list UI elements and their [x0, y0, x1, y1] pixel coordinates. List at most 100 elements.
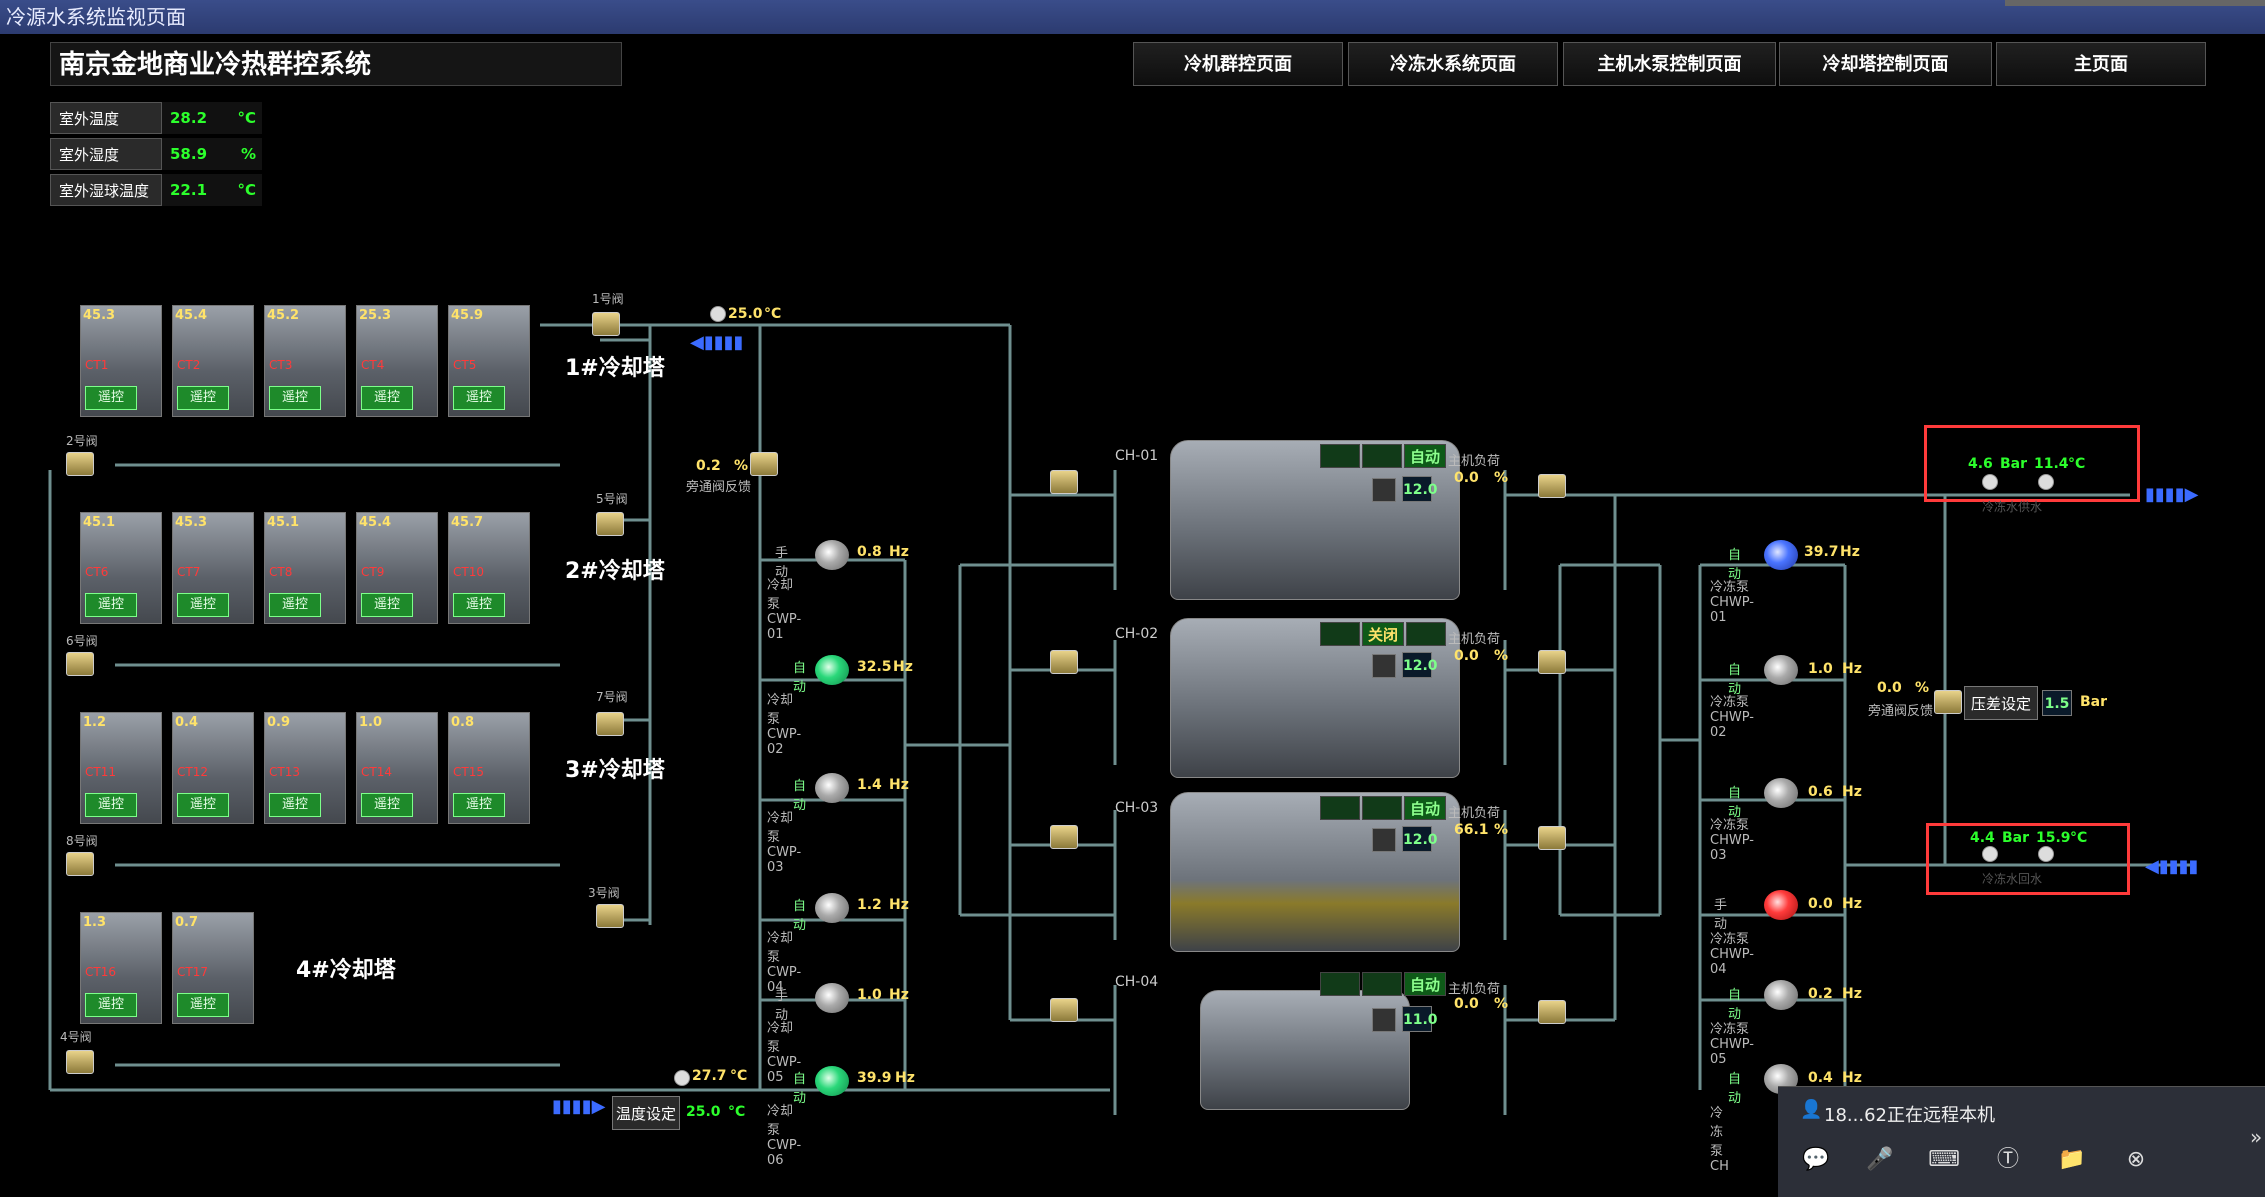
- bypass-left-valve-icon[interactable]: [750, 452, 778, 476]
- cell-mode[interactable]: 遥控: [361, 793, 413, 817]
- chiller-4-state[interactable]: 自动: [1404, 972, 1446, 996]
- tower-4-cell-1[interactable]: 1.3 CT16 遥控: [80, 912, 162, 1024]
- valve-8-icon[interactable]: [66, 852, 94, 876]
- cell-mode[interactable]: 遥控: [85, 793, 137, 817]
- chiller-4-out-valve-icon[interactable]: [1538, 1000, 1566, 1024]
- chiller-1-setpoint[interactable]: 12.0: [1402, 476, 1438, 502]
- temp-setting-value[interactable]: 25.0: [686, 1104, 721, 1120]
- cell-mode[interactable]: 遥控: [177, 993, 229, 1017]
- tower-3-cell-2[interactable]: 0.4 CT12 遥控: [172, 712, 254, 824]
- bypass-right-valve-icon[interactable]: [1934, 690, 1962, 714]
- chiller-1-in-valve-icon[interactable]: [1050, 470, 1078, 494]
- cell-mode[interactable]: 遥控: [361, 593, 413, 617]
- tower-2-cell-2[interactable]: 45.3 CT7 遥控: [172, 512, 254, 624]
- temp-setting-button[interactable]: 温度设定: [612, 1096, 680, 1130]
- cell-id: CT15: [453, 765, 484, 779]
- cell-mode[interactable]: 遥控: [453, 386, 505, 410]
- cell-mode[interactable]: 遥控: [453, 793, 505, 817]
- tower-1-cell-2[interactable]: 45.4 CT2 遥控: [172, 305, 254, 417]
- pump-icon[interactable]: [815, 773, 849, 803]
- cell-mode[interactable]: 遥控: [269, 793, 321, 817]
- cell-mode[interactable]: 遥控: [85, 993, 137, 1017]
- chiller-4-setpoint[interactable]: 11.0: [1402, 1006, 1438, 1032]
- chiller-1-lock-icon[interactable]: [1372, 478, 1396, 502]
- pump-icon[interactable]: [1764, 540, 1798, 570]
- valve-2-icon[interactable]: [66, 452, 94, 476]
- pump-icon[interactable]: [1764, 890, 1798, 920]
- pump-icon[interactable]: [815, 983, 849, 1013]
- chiller-2-lock-icon[interactable]: [1372, 654, 1396, 678]
- pump-icon[interactable]: [815, 540, 849, 570]
- pump-icon[interactable]: [815, 1066, 849, 1096]
- valve-5-icon[interactable]: [596, 512, 624, 536]
- valve-6-icon[interactable]: [66, 652, 94, 676]
- chiller-3-in-valve-icon[interactable]: [1050, 825, 1078, 849]
- cell-mode[interactable]: 遥控: [177, 793, 229, 817]
- tower-1-cell-3[interactable]: 45.2 CT3 遥控: [264, 305, 346, 417]
- cell-mode[interactable]: 遥控: [85, 386, 137, 410]
- supply-pressure: 4.6: [1968, 456, 1993, 472]
- chiller-2-setpoint[interactable]: 12.0: [1402, 652, 1438, 678]
- valve-3-icon[interactable]: [596, 904, 624, 928]
- chiller-1-load-unit: %: [1494, 470, 1509, 486]
- text-icon[interactable]: Ⓣ: [1990, 1143, 2026, 1177]
- tower-2-cell-1[interactable]: 45.1 CT6 遥控: [80, 512, 162, 624]
- chiller-3-lock-icon[interactable]: [1372, 828, 1396, 852]
- pump-icon[interactable]: [815, 893, 849, 923]
- tower-2-cell-5[interactable]: 45.7 CT10 遥控: [448, 512, 530, 624]
- cell-mode[interactable]: 遥控: [177, 593, 229, 617]
- cell-mode[interactable]: 遥控: [453, 593, 505, 617]
- pump-hz-unit: Hz: [1842, 986, 1862, 1002]
- chat-icon[interactable]: 💬: [1798, 1143, 1834, 1177]
- pump-icon[interactable]: [1764, 655, 1798, 685]
- pump-hz-unit: Hz: [889, 544, 909, 560]
- chiller-1-status-b: [1362, 444, 1402, 468]
- chiller-2-state[interactable]: 关闭: [1362, 622, 1404, 646]
- dp-setting-button[interactable]: 压差设定: [1964, 686, 2038, 720]
- chiller-4-lock-icon[interactable]: [1372, 1008, 1396, 1032]
- chiller-1-state[interactable]: 自动: [1404, 444, 1446, 468]
- cell-mode[interactable]: 遥控: [269, 386, 321, 410]
- chiller-2-out-valve-icon[interactable]: [1538, 650, 1566, 674]
- valve-4-icon[interactable]: [66, 1050, 94, 1074]
- chiller-3-out-valve-icon[interactable]: [1538, 826, 1566, 850]
- mic-icon[interactable]: 🎤: [1862, 1143, 1898, 1177]
- pump-hz: 0.8: [857, 544, 882, 560]
- dp-setting-value[interactable]: 1.5: [2042, 690, 2072, 716]
- pump-name: 冷却泵 CWP-03: [767, 811, 802, 875]
- tower-3-cell-4[interactable]: 1.0 CT14 遥控: [356, 712, 438, 824]
- pump-icon[interactable]: [815, 655, 849, 685]
- chiller-4-in-valve-icon[interactable]: [1050, 998, 1078, 1022]
- tower-2-cell-4[interactable]: 45.4 CT9 遥控: [356, 512, 438, 624]
- tower-2-cell-3[interactable]: 45.1 CT8 遥控: [264, 512, 346, 624]
- chiller-3-state[interactable]: 自动: [1404, 796, 1446, 820]
- valve-1-icon[interactable]: [592, 312, 620, 336]
- keyboard-icon[interactable]: ⌨: [1926, 1143, 1962, 1177]
- tower-3-cell-5[interactable]: 0.8 CT15 遥控: [448, 712, 530, 824]
- supply-temp-unit: °C: [2068, 456, 2086, 472]
- cell-mode[interactable]: 遥控: [361, 386, 413, 410]
- tower-4-cell-2[interactable]: 0.7 CT17 遥控: [172, 912, 254, 1024]
- chiller-4-load: 0.0: [1454, 996, 1479, 1012]
- tower-3-cell-3[interactable]: 0.9 CT13 遥控: [264, 712, 346, 824]
- bypass-left-label: 旁通阀反馈: [686, 480, 752, 495]
- cell-mode[interactable]: 遥控: [85, 593, 137, 617]
- tower-2-name: 2#冷却塔: [565, 559, 665, 584]
- cell-mode[interactable]: 遥控: [269, 593, 321, 617]
- pump-hz: 1.0: [1808, 661, 1833, 677]
- tower-1-cell-1[interactable]: 45.3 CT1 遥控: [80, 305, 162, 417]
- chiller-3-setpoint[interactable]: 12.0: [1402, 826, 1438, 852]
- pump-icon[interactable]: [1764, 778, 1798, 808]
- pump-icon[interactable]: [1764, 980, 1798, 1010]
- cell-mode[interactable]: 遥控: [177, 386, 229, 410]
- chiller-1-out-valve-icon[interactable]: [1538, 474, 1566, 498]
- tower-1-cell-4[interactable]: 25.3 CT4 遥控: [356, 305, 438, 417]
- close-icon[interactable]: ⊗: [2118, 1143, 2154, 1177]
- chiller-3-load: 66.1: [1454, 822, 1489, 838]
- folder-icon[interactable]: 📁: [2054, 1143, 2090, 1177]
- tower-1-cell-5[interactable]: 45.9 CT5 遥控: [448, 305, 530, 417]
- valve-7-icon[interactable]: [596, 712, 624, 736]
- expand-icon[interactable]: »: [2250, 1125, 2262, 1149]
- chiller-2-in-valve-icon[interactable]: [1050, 650, 1078, 674]
- tower-3-cell-1[interactable]: 1.2 CT11 遥控: [80, 712, 162, 824]
